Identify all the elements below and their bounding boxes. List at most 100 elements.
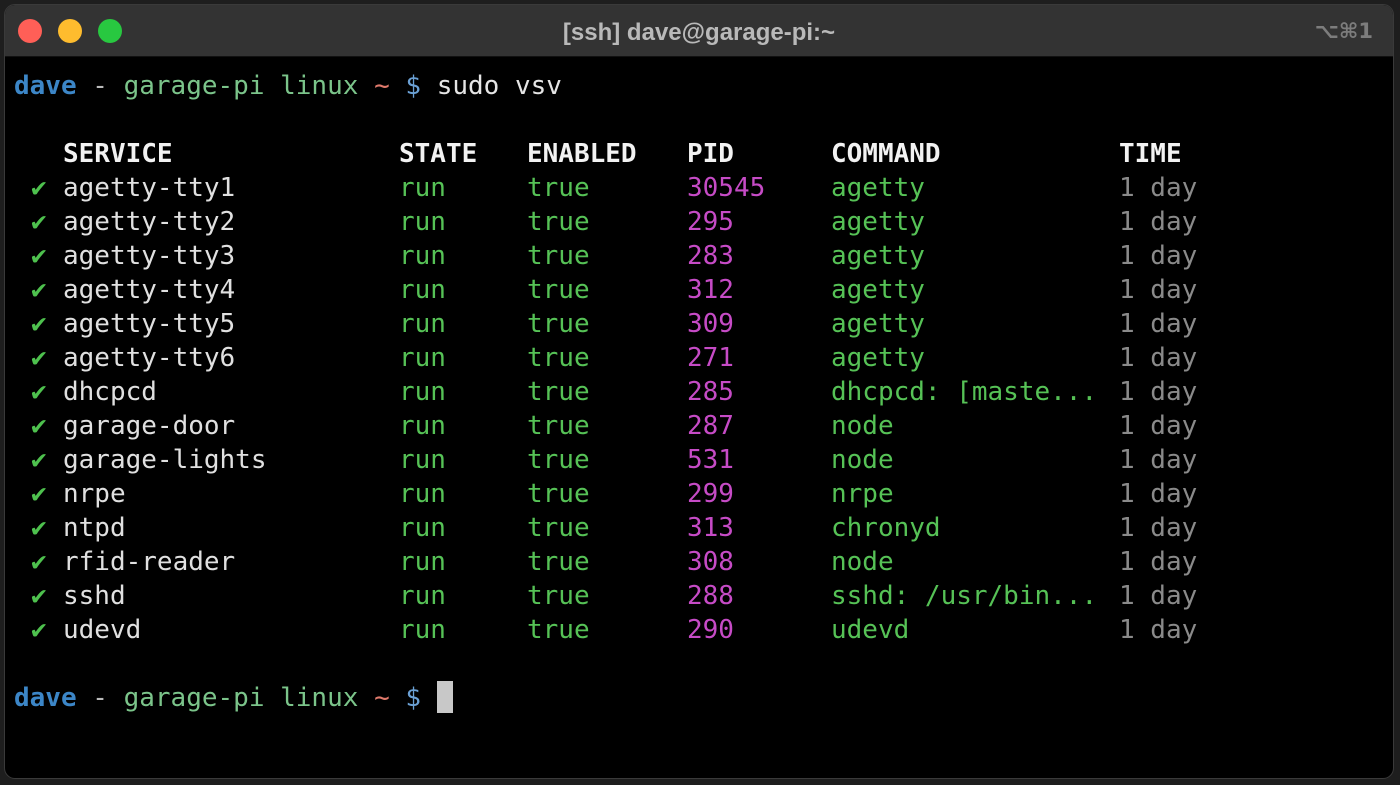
title-bar[interactable]: [ssh] dave@garage-pi:~ ⌥⌘1 [5, 5, 1393, 57]
row-time: 1 day [1119, 581, 1198, 611]
prompt-user: dave [14, 71, 77, 101]
row-service: ntpd [63, 513, 126, 543]
row-enabled: true [527, 241, 590, 271]
row-pid: 313 [687, 513, 734, 543]
row-command: agetty [831, 241, 925, 271]
prompt-user: dave [14, 683, 77, 713]
row-enabled: true [527, 343, 590, 373]
row-pid: 288 [687, 581, 734, 611]
header-service: SERVICE [63, 139, 173, 169]
text-cursor[interactable] [436, 681, 453, 713]
row-enabled: true [527, 513, 590, 543]
table-row: ✔ agetty-tty4 run true 312 agetty 1 day [14, 273, 1197, 307]
table-row: ✔ rfid-reader run true 308 node 1 day [14, 545, 1197, 579]
table-row: ✔ agetty-tty2 run true 295 agetty 1 day [14, 205, 1197, 239]
row-time: 1 day [1119, 615, 1198, 645]
window-shortcut: ⌥⌘1 [1314, 19, 1373, 43]
row-command: node [831, 547, 894, 577]
row-state: run [399, 343, 446, 373]
prompt-separator: - [92, 683, 108, 713]
row-check-icon: ✔ [31, 615, 47, 645]
entered-command: sudo vsv [436, 71, 562, 101]
row-enabled: true [527, 411, 590, 441]
row-service: agetty-tty6 [63, 343, 236, 373]
row-command: node [831, 445, 894, 475]
prompt-line-current: dave - garage-pi linux ~ $ [14, 681, 562, 715]
row-service: nrpe [63, 479, 126, 509]
row-pid: 283 [687, 241, 734, 271]
row-state: run [399, 377, 446, 407]
row-command: chronyd [831, 513, 941, 543]
header-command: COMMAND [831, 139, 941, 169]
row-state: run [399, 581, 446, 611]
row-state: run [399, 547, 446, 577]
prompt-dir: ~ [374, 71, 390, 101]
row-pid: 312 [687, 275, 734, 305]
row-check-icon: ✔ [31, 479, 47, 509]
row-time: 1 day [1119, 445, 1198, 475]
window-title: [ssh] dave@garage-pi:~ [562, 19, 836, 46]
row-service: agetty-tty3 [63, 241, 236, 271]
row-enabled: true [527, 309, 590, 339]
service-table: ✔ agetty-tty1 run true 30545 agetty 1 day ✔ aget… [14, 171, 1197, 647]
header-time: TIME [1119, 139, 1182, 169]
row-command: agetty [831, 173, 925, 203]
row-time: 1 day [1119, 547, 1198, 577]
row-state: run [399, 309, 446, 339]
row-state: run [399, 411, 446, 441]
header-pid: PID [687, 139, 734, 169]
table-row: ✔ agetty-tty5 run true 309 agetty 1 day [14, 307, 1197, 341]
row-enabled: true [527, 615, 590, 645]
row-service: dhcpcd [63, 377, 157, 407]
row-service: udevd [63, 615, 142, 645]
row-check-icon: ✔ [31, 581, 47, 611]
row-state: run [399, 275, 446, 305]
row-time: 1 day [1119, 513, 1198, 543]
row-check-icon: ✔ [31, 547, 47, 577]
table-row: ✔ udevd run true 290 udevd 1 day [14, 613, 1197, 647]
row-pid: 308 [687, 547, 734, 577]
table-row: ✔ sshd run true 288 sshd: /usr/bin... 1 day [14, 579, 1197, 613]
row-enabled: true [527, 173, 590, 203]
row-state: run [399, 513, 446, 543]
row-service: sshd [63, 581, 126, 611]
prompt-host: garage-pi linux [123, 71, 359, 101]
row-command: node [831, 411, 894, 441]
row-command: agetty [831, 275, 925, 305]
row-check-icon: ✔ [31, 343, 47, 373]
row-command: agetty [831, 309, 925, 339]
row-service: agetty-tty1 [63, 173, 236, 203]
row-enabled: true [527, 479, 590, 509]
prompt-line: dave - garage-pi linux ~ $ sudo vsv [14, 69, 562, 103]
row-time: 1 day [1119, 173, 1198, 203]
row-pid: 290 [687, 615, 734, 645]
row-service: agetty-tty4 [63, 275, 236, 305]
row-state: run [399, 479, 446, 509]
row-service: garage-door [63, 411, 236, 441]
row-pid: 271 [687, 343, 734, 373]
row-service: rfid-reader [63, 547, 236, 577]
row-pid: 299 [687, 479, 734, 509]
row-time: 1 day [1119, 479, 1198, 509]
prompt-symbol: $ [405, 71, 422, 101]
row-check-icon: ✔ [31, 241, 47, 271]
row-check-icon: ✔ [31, 411, 47, 441]
table-row: ✔ dhcpcd run true 285 dhcpcd: [maste... 1 day [14, 375, 1197, 409]
row-time: 1 day [1119, 241, 1198, 271]
row-command: agetty [831, 343, 925, 373]
table-row: ✔ garage-lights run true 531 node 1 day [14, 443, 1197, 477]
row-check-icon: ✔ [31, 173, 47, 203]
row-command: udevd [831, 615, 910, 645]
terminal-output[interactable]: dave - garage-pi linux ~ $ sudo vsv SERV… [14, 69, 1197, 715]
row-time: 1 day [1119, 207, 1198, 237]
row-pid: 531 [687, 445, 734, 475]
row-enabled: true [527, 275, 590, 305]
table-row: ✔ garage-door run true 287 node 1 day [14, 409, 1197, 443]
row-check-icon: ✔ [31, 309, 47, 339]
table-row: ✔ ntpd run true 313 chronyd 1 day [14, 511, 1197, 545]
row-time: 1 day [1119, 377, 1198, 407]
prompt-symbol: $ [405, 683, 422, 713]
row-pid: 295 [687, 207, 734, 237]
row-state: run [399, 445, 446, 475]
row-pid: 285 [687, 377, 734, 407]
